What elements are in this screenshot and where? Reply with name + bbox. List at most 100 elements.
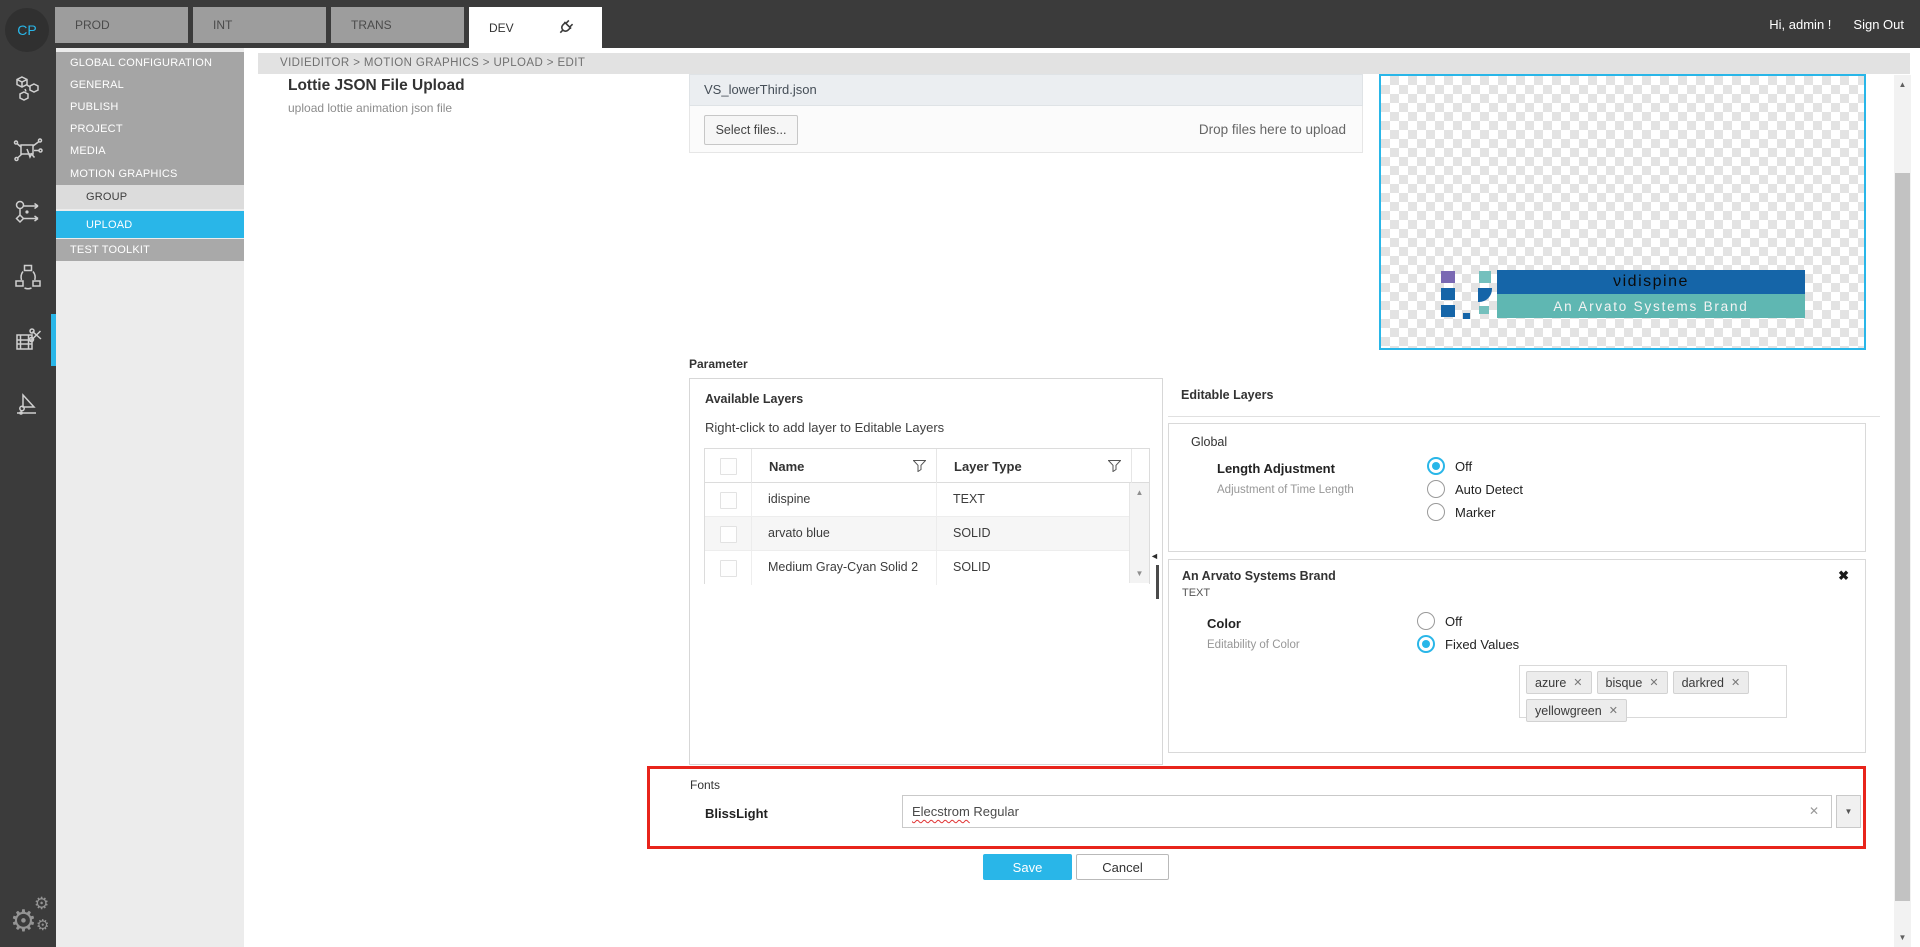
clear-icon[interactable]: ✕ <box>1809 796 1819 827</box>
nav-item-project[interactable]: PROJECT <box>56 118 244 140</box>
avatar[interactable]: CP <box>5 8 49 52</box>
row-checkbox[interactable] <box>720 492 737 509</box>
nav-item-motion-graphics[interactable]: MOTION GRAPHICS <box>56 162 244 185</box>
radio-unselected[interactable] <box>1417 612 1435 630</box>
tab-prod[interactable]: PROD <box>55 7 188 43</box>
environment-tabs: PROD INT TRANS DEV <box>55 7 602 48</box>
radio-unselected[interactable] <box>1427 503 1445 521</box>
nav-item-test-toolkit[interactable]: TEST TOOLKIT <box>56 239 244 261</box>
available-layers-panel: Available Layers Right-click to add laye… <box>689 378 1163 765</box>
collapse-panel-icon[interactable]: ◄ <box>1150 551 1159 561</box>
scroll-up-icon[interactable]: ▲ <box>1130 488 1149 497</box>
table-row[interactable]: Medium Gray-Cyan Solid 2 SOLID <box>705 551 1149 585</box>
workflow-icon[interactable] <box>13 198 43 228</box>
tab-trans[interactable]: TRANS <box>331 7 464 43</box>
column-header-layer-type[interactable]: Layer Type <box>936 449 1131 483</box>
nav-item-upload[interactable]: UPLOAD <box>56 211 244 238</box>
uploaded-file-name: VS_lowerThird.json <box>704 82 817 97</box>
remove-value-icon[interactable]: ✕ <box>1573 676 1582 689</box>
layer-name: Medium Gray-Cyan Solid 2 <box>768 560 918 574</box>
font-name-label: BlissLight <box>705 806 768 821</box>
lifecycle-icon[interactable] <box>13 262 43 292</box>
layer-name: idispine <box>768 492 810 506</box>
editable-layer-box: An Arvato Systems Brand TEXT ✖ Color Edi… <box>1168 559 1866 753</box>
settings-icon[interactable]: ⚙ ⚙ ⚙ <box>10 898 50 938</box>
tab-dev[interactable]: DEV <box>469 7 602 48</box>
dropdown-button[interactable]: ▼ <box>1836 795 1861 828</box>
save-button[interactable]: Save <box>983 854 1072 880</box>
table-row[interactable]: arvato blue SOLID <box>705 517 1149 551</box>
color-desc: Editability of Color <box>1207 639 1300 651</box>
page-scrollbar[interactable]: ▲ ▼ <box>1894 75 1911 947</box>
remove-value-icon[interactable]: ✕ <box>1731 676 1740 689</box>
remove-value-icon[interactable]: ✕ <box>1609 704 1618 717</box>
global-settings-box: Global Length Adjustment Adjustment of T… <box>1168 423 1866 552</box>
radio-unselected[interactable] <box>1427 480 1445 498</box>
filter-icon[interactable] <box>913 460 926 472</box>
nav-item-group[interactable]: GROUP <box>56 185 244 209</box>
radio-option-off[interactable]: Off <box>1427 457 1472 475</box>
fonts-section-highlight: Fonts BlissLight Elecstrom Regular ✕ ▼ <box>647 766 1866 849</box>
font-combobox[interactable]: Elecstrom Regular ✕ <box>902 795 1832 828</box>
page-title: Lottie JSON File Upload <box>288 77 465 95</box>
radio-selected[interactable] <box>1417 635 1435 653</box>
app-window: Hi, admin ! Sign Out CP PROD INT TRANS D… <box>0 0 1920 947</box>
sign-out-link[interactable]: Sign Out <box>1853 17 1904 32</box>
value-chip: azure ✕ <box>1526 671 1592 694</box>
column-header-name[interactable]: Name <box>751 449 936 483</box>
layer-type: SOLID <box>953 526 991 540</box>
logo-mark-square <box>1479 271 1491 283</box>
logo-mark-square <box>1478 288 1492 302</box>
row-checkbox[interactable] <box>720 560 737 577</box>
remove-value-icon[interactable]: ✕ <box>1649 676 1658 689</box>
available-layers-title: Available Layers <box>705 392 803 406</box>
radio-selected[interactable] <box>1427 457 1445 475</box>
user-greeting: Hi, admin ! <box>1769 17 1831 32</box>
nav-item-global-configuration[interactable]: GLOBAL CONFIGURATION <box>56 52 244 74</box>
nav-item-media[interactable]: MEDIA <box>56 140 244 162</box>
scrollbar-thumb[interactable] <box>1895 173 1910 901</box>
integration-icon[interactable] <box>13 135 43 165</box>
row-checkbox[interactable] <box>720 526 737 543</box>
fixed-values-box: azure ✕ bisque ✕ darkred ✕ yellowgreen ✕ <box>1519 665 1787 718</box>
layer-type: SOLID <box>953 560 991 574</box>
modules-icon[interactable] <box>13 73 43 103</box>
value-chip: yellowgreen ✕ <box>1526 699 1627 722</box>
animation-preview: νidispine An Arvato Systems Brand <box>1379 74 1866 350</box>
select-files-button[interactable]: Select files... <box>704 115 798 145</box>
vector-tool-icon[interactable] <box>13 388 43 418</box>
page-subtitle: upload lottie animation json file <box>288 101 452 115</box>
tab-int[interactable]: INT <box>193 7 326 43</box>
config-nav: GLOBAL CONFIGURATION GENERAL PUBLISH PRO… <box>56 48 244 947</box>
table-scrollbar[interactable]: ▲ ▼ <box>1129 483 1149 583</box>
radio-option-off[interactable]: Off <box>1417 612 1462 630</box>
panel-splitter-handle[interactable] <box>1156 565 1159 599</box>
filter-icon[interactable] <box>1108 460 1121 472</box>
close-icon[interactable]: ✖ <box>1838 568 1849 584</box>
available-layers-hint: Right-click to add layer to Editable Lay… <box>705 420 944 435</box>
radio-option-marker[interactable]: Marker <box>1427 503 1495 521</box>
cancel-button[interactable]: Cancel <box>1076 854 1169 880</box>
uploaded-file-row: VS_lowerThird.json <box>689 74 1363 106</box>
layers-table: Name Layer Type idispine TEXT <box>704 448 1150 584</box>
radio-option-auto-detect[interactable]: Auto Detect <box>1427 480 1523 498</box>
radio-option-fixed-values[interactable]: Fixed Values <box>1417 635 1519 653</box>
nav-item-general[interactable]: GENERAL <box>56 74 244 96</box>
breadcrumb[interactable]: VIDIEDITOR > MOTION GRAPHICS > UPLOAD > … <box>258 53 1910 74</box>
logo-mark-square <box>1441 271 1455 283</box>
scroll-down-icon[interactable]: ▼ <box>1130 569 1149 578</box>
plug-icon <box>556 18 575 37</box>
scroll-up-icon[interactable]: ▲ <box>1893 80 1912 89</box>
editable-layers-title: Editable Layers <box>1181 388 1273 402</box>
logo-mark-square <box>1479 306 1489 314</box>
divider <box>1168 416 1880 417</box>
length-adjustment-desc: Adjustment of Time Length <box>1217 484 1354 496</box>
nav-item-publish[interactable]: PUBLISH <box>56 96 244 118</box>
video-editor-icon[interactable] <box>13 325 43 355</box>
table-row[interactable]: idispine TEXT <box>705 483 1149 517</box>
select-all-checkbox[interactable] <box>720 458 737 475</box>
file-drop-zone[interactable]: Select files... Drop files here to uploa… <box>689 106 1363 153</box>
color-label: Color <box>1207 616 1241 631</box>
logo-mark-square <box>1441 305 1455 317</box>
scroll-down-icon[interactable]: ▼ <box>1893 933 1912 942</box>
